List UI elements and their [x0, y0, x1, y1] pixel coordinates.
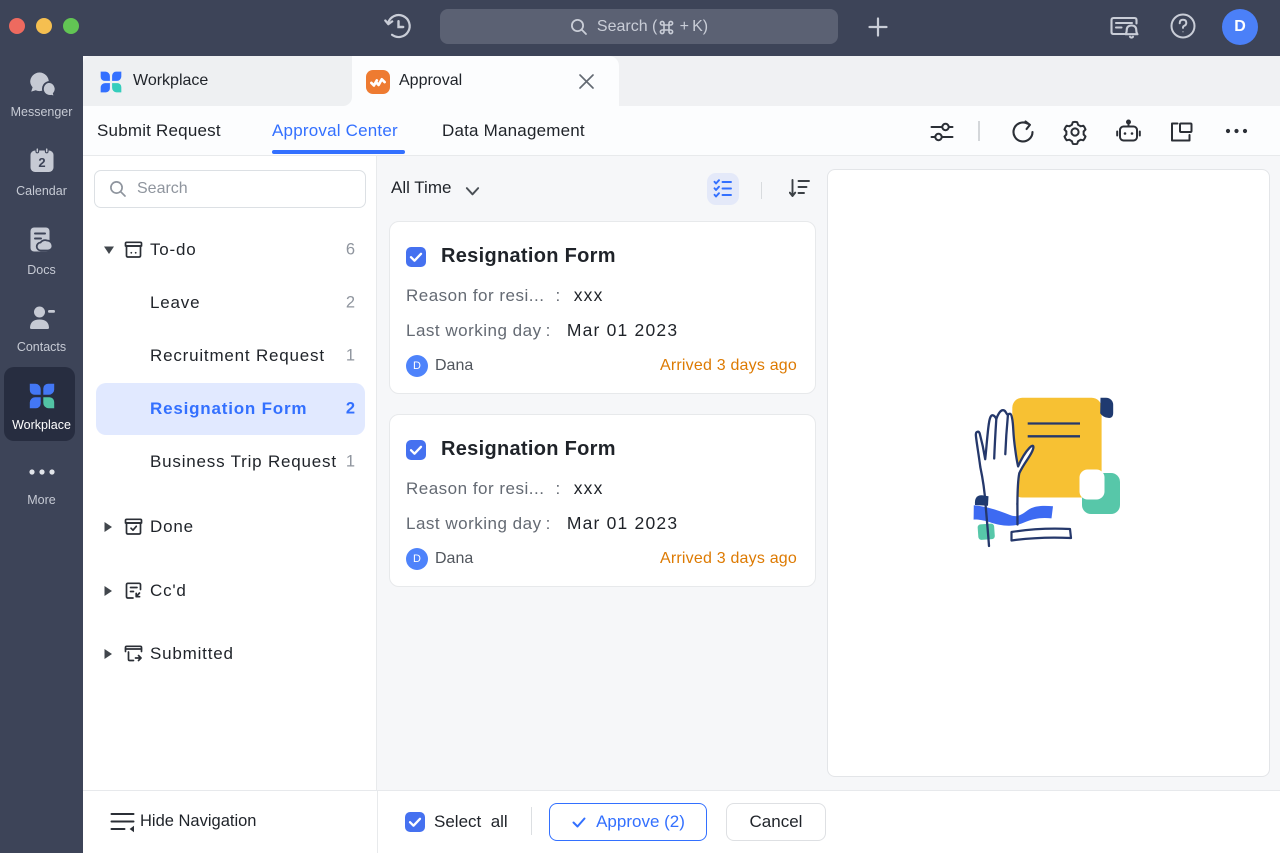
- svg-text:2: 2: [38, 155, 45, 170]
